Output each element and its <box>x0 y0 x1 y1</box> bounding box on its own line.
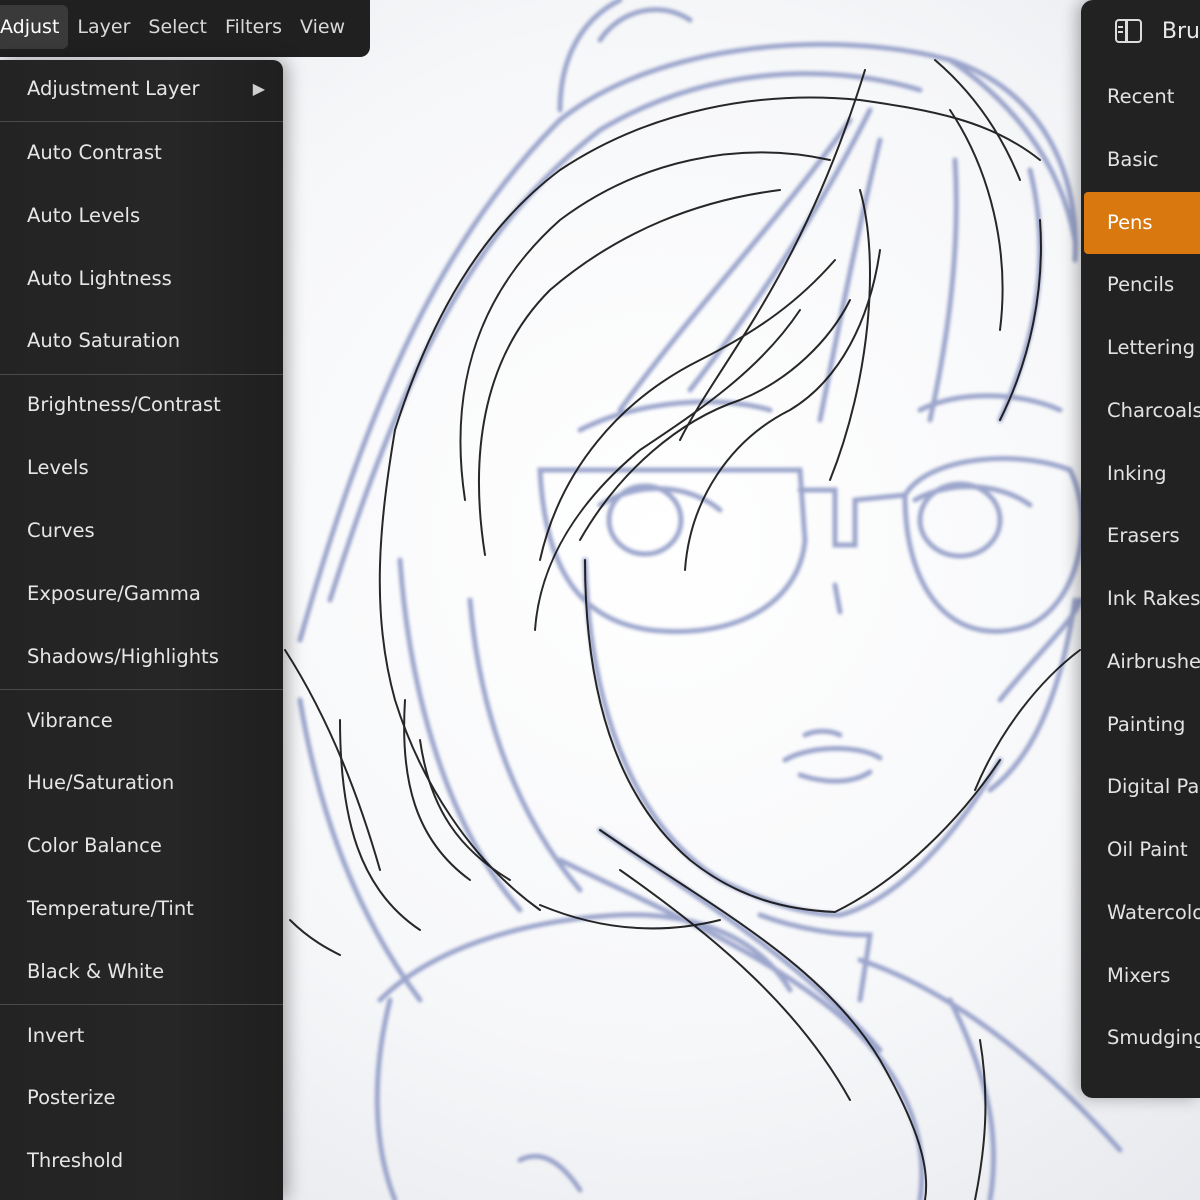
menu-separator <box>0 374 283 375</box>
menu-item-invert[interactable]: Invert <box>0 1016 283 1056</box>
menu-item-exposure-gamma[interactable]: Exposure/Gamma <box>0 574 283 614</box>
menu-item-temperature-tint[interactable]: Temperature/Tint <box>0 889 283 929</box>
menu-item-brightness-contrast[interactable]: Brightness/Contrast <box>0 385 283 425</box>
brush-category-airbrushes[interactable]: Airbrushes <box>1084 631 1200 693</box>
menu-item-vibrance[interactable]: Vibrance <box>0 701 283 741</box>
menu-item-posterize[interactable]: Posterize <box>0 1078 283 1118</box>
brush-category-digital-painting[interactable]: Digital Pai <box>1084 756 1200 818</box>
brush-panel-title: Bru <box>1161 18 1200 44</box>
menu-layer[interactable]: Layer <box>68 5 139 49</box>
menu-view[interactable]: View <box>291 5 354 49</box>
brush-category-watercolor[interactable]: Watercolo <box>1084 882 1200 944</box>
brush-category-painting[interactable]: Painting <box>1084 694 1200 756</box>
menu-select[interactable]: Select <box>139 5 216 49</box>
menu-item-hue-saturation[interactable]: Hue/Saturation <box>0 763 283 803</box>
menu-item-black-white[interactable]: Black & White <box>0 952 283 992</box>
brush-category-pens[interactable]: Pens <box>1084 192 1200 254</box>
menu-item-auto-levels[interactable]: Auto Levels <box>0 196 283 236</box>
submenu-arrow-icon: ▶ <box>252 79 265 98</box>
brush-category-ink-rakes[interactable]: Ink Rakes <box>1084 568 1200 630</box>
brush-panel-header: Bru <box>1081 0 1200 62</box>
menu-item-auto-saturation[interactable]: Auto Saturation <box>0 321 283 361</box>
adjust-dropdown-menu: Adjustment Layer ▶ Auto Contrast Auto Le… <box>0 60 283 1200</box>
menu-item-shadows-highlights[interactable]: Shadows/Highlights <box>0 637 283 677</box>
menu-item-curves[interactable]: Curves <box>0 511 283 551</box>
brush-category-lettering[interactable]: Lettering <box>1084 317 1200 379</box>
brush-category-mixers[interactable]: Mixers <box>1084 945 1200 1007</box>
menu-adjust[interactable]: Adjust <box>0 4 69 49</box>
menu-item-threshold[interactable]: Threshold <box>0 1141 283 1181</box>
brush-category-erasers[interactable]: Erasers <box>1084 505 1200 567</box>
panel-toggle-icon[interactable] <box>1115 19 1142 43</box>
menu-filters[interactable]: Filters <box>216 5 291 49</box>
menu-item-color-balance[interactable]: Color Balance <box>0 826 283 866</box>
brush-category-smudging[interactable]: Smudging <box>1084 1007 1200 1069</box>
brush-category-charcoals[interactable]: Charcoals <box>1084 380 1200 442</box>
top-menu-bar: Adjust Layer Select Filters View <box>0 0 370 57</box>
menu-separator <box>0 689 283 690</box>
menu-item-label: Adjustment Layer <box>27 77 200 100</box>
brush-category-oil-paint[interactable]: Oil Paint <box>1084 819 1200 881</box>
menu-item-auto-lightness[interactable]: Auto Lightness <box>0 259 283 299</box>
brush-category-pencils[interactable]: Pencils <box>1084 254 1200 316</box>
menu-item-adjustment-layer[interactable]: Adjustment Layer ▶ <box>0 69 283 109</box>
menu-separator <box>0 1004 283 1005</box>
brush-category-basic[interactable]: Basic <box>1084 129 1200 191</box>
brush-category-recent[interactable]: Recent <box>1084 66 1200 128</box>
menu-item-auto-contrast[interactable]: Auto Contrast <box>0 133 283 173</box>
menu-separator <box>0 121 283 122</box>
brush-category-inking[interactable]: Inking <box>1084 443 1200 505</box>
brush-library-panel: Bru Recent Basic Pens Pencils Lettering … <box>1081 0 1200 1098</box>
menu-item-levels[interactable]: Levels <box>0 448 283 488</box>
